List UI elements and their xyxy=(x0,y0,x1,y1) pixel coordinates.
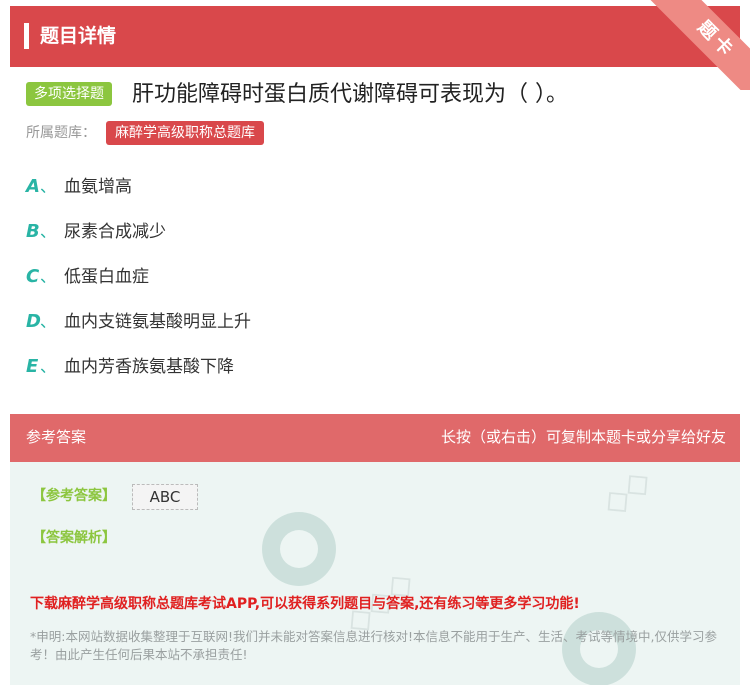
share-hint: 长按（或右击）可复制本题卡或分享给好友 xyxy=(440,428,726,446)
question-text: 肝功能障碍时蛋白质代谢障碍可表现为（ ）。 xyxy=(132,82,568,107)
page-title: 题目详情 xyxy=(40,25,117,47)
question-line: 多项选择题 肝功能障碍时蛋白质代谢障碍可表现为（ ）。 xyxy=(26,80,730,110)
answer-header: 参考答案 长按（或右击）可复制本题卡或分享给好友 xyxy=(10,414,740,462)
ribbon-label: 题卡 xyxy=(646,0,750,90)
header-accent-bar xyxy=(24,23,29,49)
source-label: 所属题库： xyxy=(26,125,96,141)
option-text: 血内支链氨基酸明显上升 xyxy=(64,312,251,332)
option-separator: 、 xyxy=(40,222,57,241)
option-separator: 、 xyxy=(40,177,57,196)
source-link[interactable]: 麻醉学高级职称总题库 xyxy=(106,121,264,145)
option-letter: B xyxy=(26,221,40,242)
option-separator: 、 xyxy=(40,357,57,376)
option-letter: A xyxy=(26,176,40,197)
option-letter: C xyxy=(26,266,40,287)
option-text: 低蛋白血症 xyxy=(64,267,149,287)
corner-ribbon: 题卡 xyxy=(640,0,750,90)
app-download-promo[interactable]: 下载麻醉学高级职称总题库考试APP,可以获得系列题目与答案,还有练习等更多学习功… xyxy=(30,593,580,615)
option-letter: E xyxy=(26,356,39,377)
answer-body: ◇◇◇ ◇◇ 【参考答案】 ABC 【答案解析】 下载麻醉学高级职称总题库考试A… xyxy=(10,462,740,685)
option-text: 尿素合成减少 xyxy=(64,222,166,242)
watermark-logo-icon xyxy=(262,512,336,586)
option-separator: 、 xyxy=(40,312,57,331)
option-letter: D xyxy=(26,311,41,332)
answer-section-title: 参考答案 xyxy=(26,428,87,446)
analysis-label: 【答案解析】 xyxy=(32,530,116,546)
page-header: 题目详情 xyxy=(10,6,740,67)
option-separator: 、 xyxy=(40,267,57,286)
answer-value: ABC xyxy=(132,484,198,510)
option-text: 血内芳香族氨基酸下降 xyxy=(64,357,234,377)
question-type-badge: 多项选择题 xyxy=(26,82,112,106)
option-text: 血氨增高 xyxy=(64,177,132,197)
disclaimer-text: *申明:本网站数据收集整理于互联网!我们并未能对答案信息进行核对!本信息不能用于… xyxy=(30,629,717,662)
answer-label: 【参考答案】 xyxy=(32,488,116,504)
watermark-icon: ◇◇ xyxy=(593,462,660,525)
